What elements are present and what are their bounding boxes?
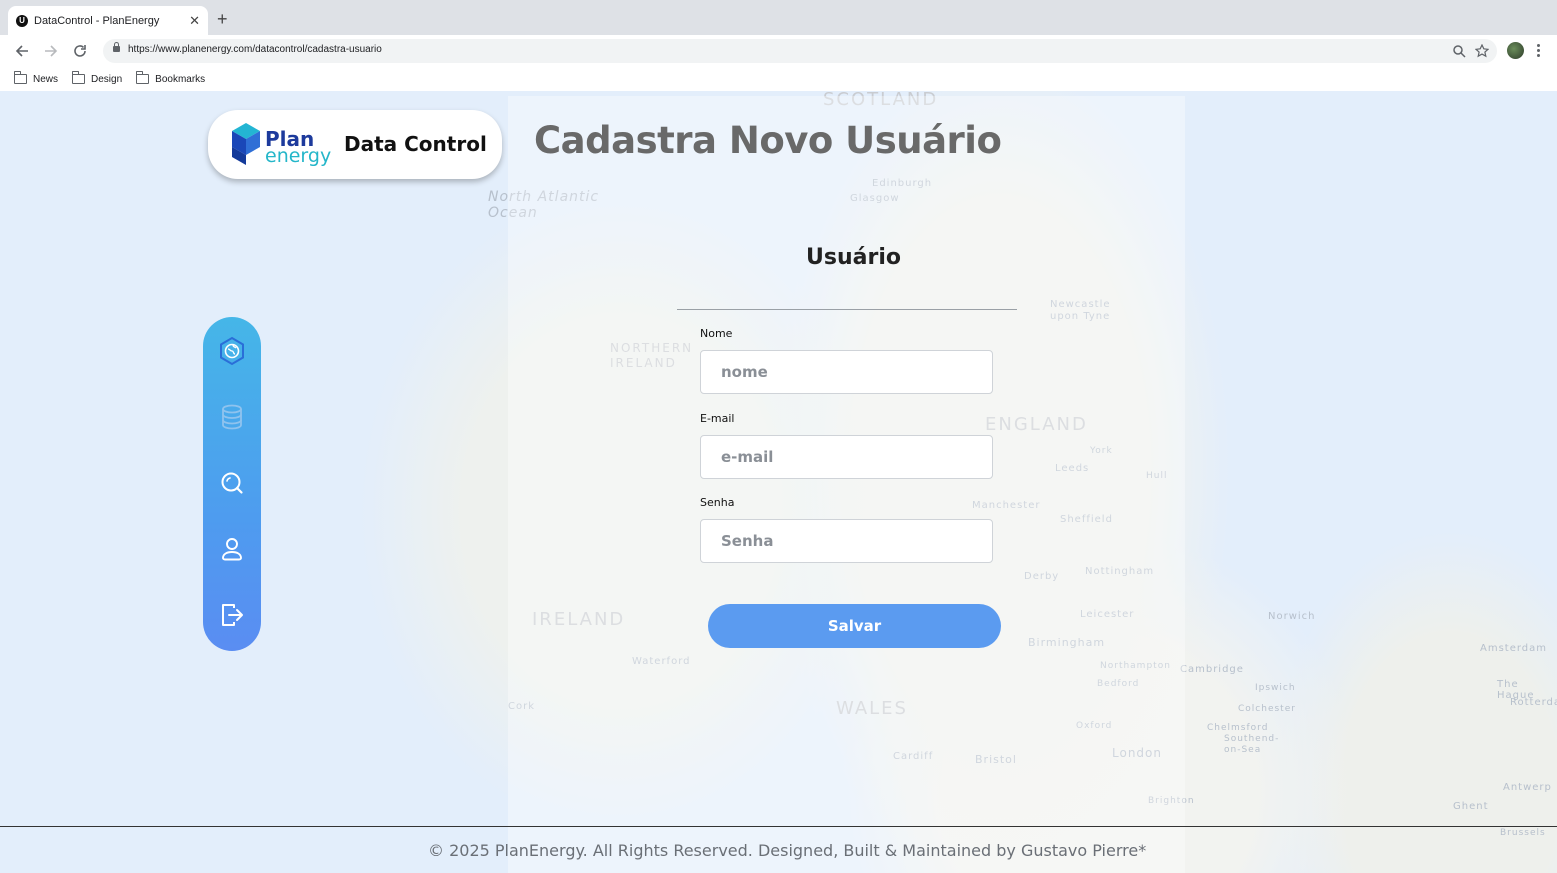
- new-tab-icon[interactable]: +: [217, 10, 228, 28]
- map-label: Southend-on-Sea: [1224, 734, 1280, 755]
- form-divider: [677, 309, 1017, 310]
- save-button[interactable]: Salvar: [708, 604, 1001, 648]
- tab-close-icon[interactable]: ✕: [189, 13, 200, 29]
- logout-icon: [222, 604, 243, 626]
- page-content: SCOTLAND North Atlantic Ocean NORTHERN I…: [0, 91, 1557, 873]
- lock-icon: [113, 42, 120, 52]
- footer-copyright: © 2025 PlanEnergy. All Rights Reserved. …: [428, 841, 1147, 860]
- map-label: Norwich: [1268, 611, 1316, 622]
- user-icon: [222, 538, 242, 561]
- logo-energy-text: energy: [265, 145, 332, 167]
- tab-favicon-icon: U: [16, 14, 28, 27]
- sidebar-nav: [203, 317, 261, 651]
- form-panel: [508, 96, 1185, 873]
- url-text: https://www.planenergy.com/datacontrol/c…: [128, 44, 382, 55]
- email-label: E-mail: [700, 412, 735, 425]
- map-label: Cambridge: [1180, 664, 1244, 675]
- folder-icon: [14, 71, 27, 84]
- planenergy-logo[interactable]: Plan energy Data Control: [208, 110, 502, 179]
- forward-icon[interactable]: [41, 41, 61, 61]
- zoom-icon[interactable]: [1451, 43, 1467, 59]
- database-icon: [222, 404, 242, 430]
- bookmark-news[interactable]: News: [14, 71, 59, 85]
- profile-avatar[interactable]: [1507, 42, 1524, 59]
- folder-icon: [136, 71, 150, 84]
- sidebar-item-user[interactable]: [217, 534, 247, 564]
- page-title: Cadastra Novo Usuário: [534, 119, 1002, 162]
- map-label: Ghent: [1453, 801, 1489, 812]
- bookmark-label: Design: [91, 73, 123, 85]
- map-label: Amsterdam: [1480, 643, 1548, 654]
- hexagon-globe-icon: [220, 336, 244, 366]
- password-label: Senha: [700, 496, 735, 509]
- name-label: Nome: [700, 327, 733, 340]
- form-title: Usuário: [806, 245, 901, 270]
- sidebar-item-logout[interactable]: [217, 600, 247, 630]
- bookmarks-bar: News Design Bookmarks: [0, 67, 1557, 91]
- bookmark-bookmarks[interactable]: Bookmarks: [136, 71, 206, 85]
- browser-tab-bar: U DataControl - PlanEnergy ✕ +: [0, 0, 1557, 35]
- app-name: Data Control: [344, 132, 487, 156]
- sidebar-item-home[interactable]: [217, 336, 247, 366]
- footer-divider: [0, 826, 1557, 827]
- logo-cube-icon: [232, 123, 260, 165]
- folder-icon: [72, 71, 86, 84]
- name-input[interactable]: [700, 350, 993, 394]
- map-label: Ipswich: [1255, 683, 1296, 693]
- email-input[interactable]: [700, 435, 993, 479]
- browser-tab[interactable]: U DataControl - PlanEnergy ✕: [8, 6, 208, 35]
- bookmark-design[interactable]: Design: [72, 71, 123, 85]
- browser-toolbar: https://www.planenergy.com/datacontrol/c…: [0, 35, 1557, 67]
- map-label: Brussels: [1500, 828, 1546, 838]
- star-icon[interactable]: [1474, 43, 1490, 59]
- map-label: Rotterdam: [1510, 697, 1557, 708]
- sidebar-item-search[interactable]: [217, 468, 247, 498]
- map-label: Colchester: [1238, 704, 1296, 714]
- map-label: Chelmsford: [1207, 723, 1269, 733]
- browser-menu-icon[interactable]: [1533, 42, 1543, 59]
- tab-title: DataControl - PlanEnergy: [34, 14, 160, 27]
- search-icon: [221, 472, 243, 494]
- reload-icon[interactable]: [70, 41, 90, 61]
- address-bar[interactable]: https://www.planenergy.com/datacontrol/c…: [103, 39, 1497, 63]
- password-input[interactable]: [700, 519, 993, 563]
- back-icon[interactable]: [12, 41, 32, 61]
- sidebar-item-database[interactable]: [217, 402, 247, 432]
- bookmark-label: News: [33, 73, 59, 85]
- bookmark-label: Bookmarks: [155, 73, 206, 85]
- map-label: Antwerp: [1503, 782, 1552, 793]
